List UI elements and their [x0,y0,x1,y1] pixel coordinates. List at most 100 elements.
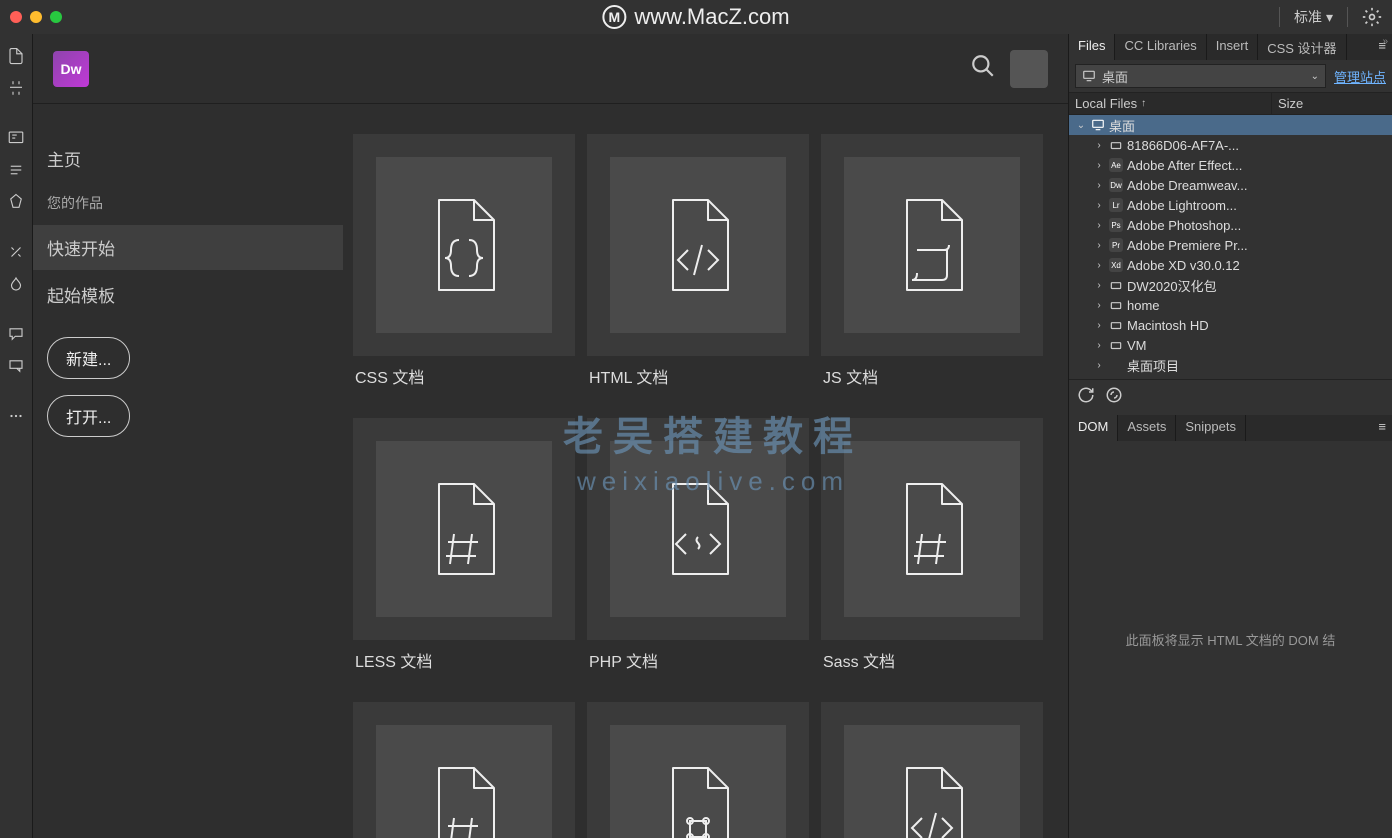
sidebar-item-0[interactable]: 主页 [33,136,343,181]
sidebar-item-1[interactable]: 您的作品 [33,183,343,223]
template-card-button[interactable] [821,702,1043,838]
tree-item[interactable]: › Macintosh HD [1069,315,1392,335]
dreamweaver-logo: Dw [53,51,89,87]
tree-item[interactable]: ›AeAdobe After Effect... [1069,155,1392,175]
tree-item[interactable]: ›81866D06-AF7A-... [1069,135,1392,155]
target-tool-icon[interactable] [4,190,28,214]
svg-file-icon [610,725,786,838]
drive-icon [1109,278,1123,292]
app-icon: Ps [1109,218,1123,232]
hash-file-icon [376,725,552,838]
disk-selector[interactable]: 桌面 ⌄ [1075,64,1326,88]
manage-sites-link[interactable]: 管理站点 [1334,67,1386,86]
tree-item[interactable]: › home [1069,295,1392,315]
content: 主页您的作品快速开始起始模板 新建... 打开... CSS 文档HTML 文档… [33,104,1068,838]
sync-settings-icon[interactable] [1362,7,1382,27]
sidebar-item-3[interactable]: 起始模板 [33,272,343,317]
dom-panel: 此面板将显示 HTML 文档的 DOM 结 [1069,441,1392,838]
local-files-column[interactable]: Local Files ↑ [1069,93,1272,114]
titlebar: M www.MacZ.com 标准 ▾ [0,0,1392,34]
panel-tab-insert[interactable]: Insert [1207,34,1259,60]
paint-tool-icon[interactable] [4,272,28,296]
chevron-right-icon: › [1093,300,1105,311]
manage-tool-icon[interactable] [4,76,28,100]
template-card-button[interactable] [821,134,1043,356]
chevron-right-icon: › [1093,320,1105,331]
code-file-icon [844,725,1020,838]
monitor-icon [1082,69,1096,83]
minimize-window[interactable] [30,11,42,23]
search-icon[interactable] [970,53,996,84]
tree-item[interactable]: ›PsAdobe Photoshop... [1069,215,1392,235]
sidebar-buttons: 新建... 打开... [33,337,343,437]
home-sidebar: 主页您的作品快速开始起始模板 新建... 打开... [33,104,343,838]
tree-item[interactable]: ›VM [1069,335,1392,355]
template-card-button[interactable] [353,702,575,838]
user-avatar[interactable] [1010,50,1048,88]
titlebar-title: M www.MacZ.com [602,4,789,30]
tree-item-label: Macintosh HD [1127,318,1209,333]
template-card-7 [587,702,809,838]
tree-item[interactable]: ›LrAdobe Lightroom... [1069,195,1392,215]
template-card-button[interactable] [821,418,1043,640]
template-card-button[interactable] [587,702,809,838]
panel-tab-css-设计器[interactable]: CSS 设计器 [1258,34,1346,60]
tree-root[interactable]: ⌄桌面 [1069,115,1392,135]
sync-icon[interactable] [1105,386,1123,409]
wand-tool-icon[interactable] [4,240,28,264]
panel-tab-assets[interactable]: Assets [1118,415,1176,441]
app-icon: Ae [1109,158,1123,172]
tree-item[interactable]: ›PrAdobe Premiere Pr... [1069,235,1392,255]
files-footer [1069,379,1392,415]
tree-item[interactable]: ›DW2020汉化包 [1069,275,1392,295]
app-body: » Dw 主页您的作品快速开始起始模板 [0,34,1392,838]
tree-item-label: 81866D06-AF7A-... [1127,138,1239,153]
list-tool-icon[interactable] [4,158,28,182]
folder-icon [1109,358,1123,372]
template-card-button[interactable] [353,134,575,356]
chevron-right-icon: › [1093,280,1105,291]
file-tool-icon[interactable] [4,44,28,68]
chat-alt-tool-icon[interactable] [4,354,28,378]
new-button[interactable]: 新建... [47,337,130,379]
template-card-button[interactable] [587,418,809,640]
sort-ascending-icon: ↑ [1141,98,1146,109]
tree-item-label: Adobe Premiere Pr... [1127,238,1248,253]
tree-item-label: 桌面项目 [1127,356,1179,375]
right-panel: FilesCC LibrariesInsertCSS 设计器 ≡ 桌面 ⌄ 管理站… [1068,34,1392,838]
template-label: PHP 文档 [587,648,809,672]
chat-tool-icon[interactable] [4,322,28,346]
tree-item-label: Adobe Dreamweav... [1127,178,1247,193]
open-button[interactable]: 打开... [47,395,130,437]
refresh-icon[interactable] [1077,386,1095,409]
sidebar-item-2[interactable]: 快速开始 [33,225,343,270]
template-card-3: LESS 文档 [353,418,575,690]
tree-item[interactable]: ›DwAdobe Dreamweav... [1069,175,1392,195]
chevron-right-icon: › [1093,240,1105,251]
maximize-window[interactable] [50,11,62,23]
template-grid-area: CSS 文档HTML 文档JS 文档LESS 文档PHP 文档Sass 文档 [343,104,1068,838]
panel-menu-icon[interactable]: ≡ [1372,415,1392,441]
template-card-button[interactable] [353,418,575,640]
workspace-selector[interactable]: 标准 ▾ [1294,7,1333,27]
chevron-right-icon: › [1093,340,1105,351]
files-panel: 桌面 ⌄ 管理站点 Local Files ↑ Size ⌄桌面›81866D0… [1069,60,1392,415]
chevron-right-icon: › [1093,220,1105,231]
size-column[interactable]: Size [1272,93,1392,114]
extract-tool-icon[interactable] [4,126,28,150]
template-label: LESS 文档 [353,648,575,672]
more-tool-icon[interactable] [4,404,28,428]
tree-item[interactable]: ›XdAdobe XD v30.0.12 [1069,255,1392,275]
collapse-panel-icon[interactable]: » [1382,36,1388,47]
chevron-right-icon: › [1093,200,1105,211]
panel-tab-snippets[interactable]: Snippets [1176,415,1246,441]
drive-icon [1109,138,1123,152]
panel-tab-dom[interactable]: DOM [1069,415,1118,441]
close-window[interactable] [10,11,22,23]
template-card-button[interactable] [587,134,809,356]
tree-item-label: home [1127,298,1160,313]
tree-item[interactable]: ›桌面项目 [1069,355,1392,375]
window-controls [10,11,62,23]
panel-tab-cc-libraries[interactable]: CC Libraries [1115,34,1206,60]
panel-tab-files[interactable]: Files [1069,34,1115,60]
